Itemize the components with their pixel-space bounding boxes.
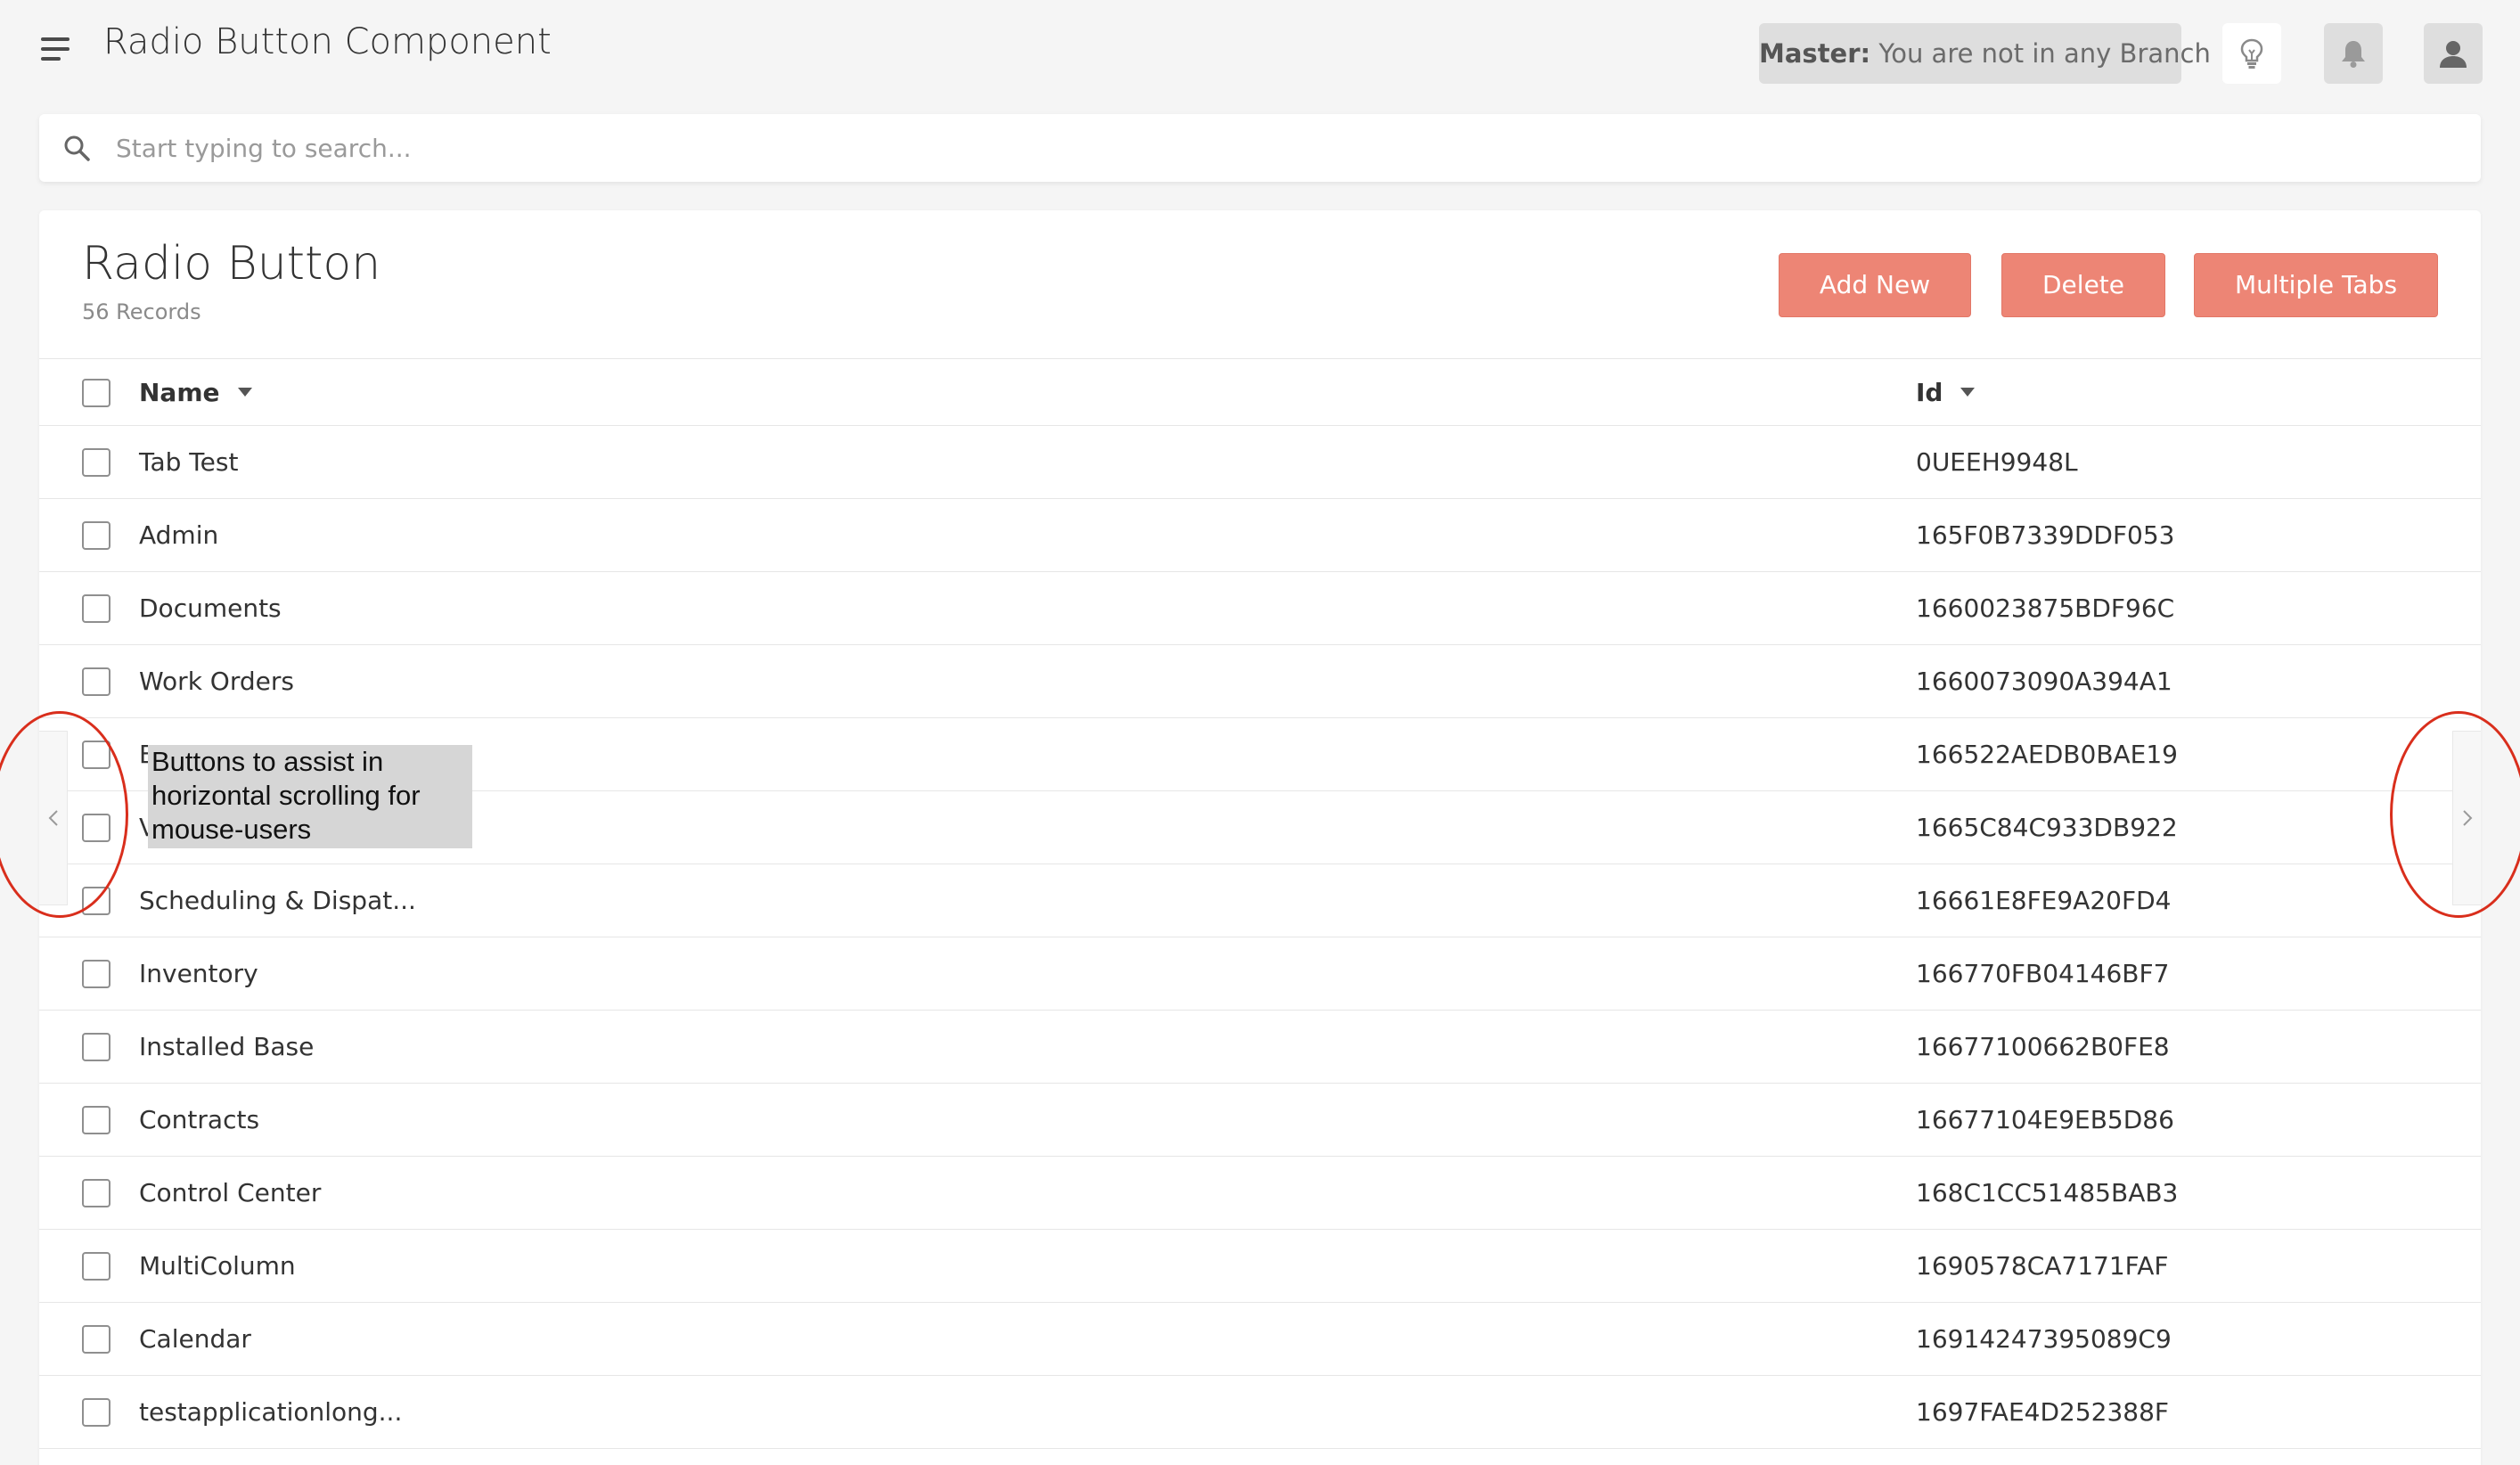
- annotation-line: horizontal scrolling for: [151, 780, 421, 811]
- table-row[interactable]: Work Orders 1660073090A394A1: [39, 645, 2481, 718]
- row-checkbox[interactable]: [82, 521, 110, 550]
- cell-name: Documents: [139, 593, 282, 623]
- scroll-right-button[interactable]: [2452, 731, 2481, 905]
- chevron-right-icon: [2462, 810, 2472, 826]
- cell-name: Calendar: [139, 1324, 251, 1354]
- table-row[interactable]: Tab Test 0UEEH9948L: [39, 426, 2481, 499]
- lightbulb-icon: [2240, 38, 2263, 69]
- record-count: 56 Records: [82, 299, 201, 324]
- user-profile-button[interactable]: [2424, 23, 2483, 84]
- cell-id: 1697FAE4D252388F: [1916, 1397, 2170, 1427]
- cell-name: MultiColumn: [139, 1251, 296, 1281]
- table-row[interactable]: Calendar 16914247395089C9: [39, 1303, 2481, 1376]
- branch-status: You are not in any Branch: [1878, 38, 2211, 69]
- cell-name: Scheduling & Dispat...: [139, 886, 416, 915]
- row-checkbox[interactable]: [82, 594, 110, 623]
- row-checkbox[interactable]: [82, 667, 110, 696]
- row-checkbox[interactable]: [82, 887, 110, 915]
- cell-name: Tab Test: [139, 447, 239, 477]
- column-header-name[interactable]: Name: [139, 359, 252, 427]
- sort-down-icon: [1960, 388, 1976, 397]
- cell-id: 0UEEH9948L: [1916, 447, 2078, 477]
- row-checkbox[interactable]: [82, 1325, 110, 1354]
- table-row[interactable]: Contracts 16677104E9EB5D86: [39, 1084, 2481, 1157]
- table-row[interactable]: Documents 1660023875BDF96C: [39, 572, 2481, 645]
- row-checkbox[interactable]: [82, 1252, 110, 1281]
- table-row[interactable]: testapplicationlong... 1697FAE4D252388F: [39, 1376, 2481, 1449]
- cell-id: 1690578CA7171FAF: [1916, 1251, 2169, 1281]
- table-body: Tab Test 0UEEH9948L Admin 165F0B7339DDF0…: [39, 426, 2481, 1449]
- cell-name: Control Center: [139, 1178, 322, 1207]
- user-icon: [2440, 41, 2467, 68]
- annotation-line: mouse-users: [151, 814, 312, 845]
- cell-id: 16914247395089C9: [1916, 1324, 2172, 1354]
- cell-id: 166770FB04146BF7: [1916, 959, 2170, 988]
- search-input[interactable]: [116, 123, 2433, 173]
- table-row[interactable]: MultiColumn 1690578CA7171FAF: [39, 1230, 2481, 1303]
- row-checkbox[interactable]: [82, 1179, 110, 1207]
- row-checkbox[interactable]: [82, 814, 110, 842]
- sort-down-icon: [237, 388, 252, 397]
- table-row[interactable]: Control Center 168C1CC51485BAB3: [39, 1157, 2481, 1230]
- hamburger-menu-icon[interactable]: [41, 37, 70, 61]
- branch-indicator[interactable]: Master: You are not in any Branch: [1759, 23, 2211, 84]
- chevron-left-icon: [48, 810, 58, 826]
- add-new-button[interactable]: Add New: [1779, 253, 1971, 317]
- select-all-checkbox[interactable]: [82, 379, 110, 407]
- lightbulb-button[interactable]: [2222, 23, 2281, 84]
- search-icon: [64, 135, 90, 161]
- table-header: Name Id: [39, 358, 2481, 426]
- branch-label: Master:: [1759, 38, 1871, 69]
- cell-id: 1660023875BDF96C: [1916, 593, 2175, 623]
- row-checkbox[interactable]: [82, 741, 110, 769]
- multiple-tabs-button[interactable]: Multiple Tabs: [2194, 253, 2438, 317]
- top-bar: Radio Button Component Master: You are n…: [0, 0, 2520, 107]
- cell-name: Installed Base: [139, 1032, 315, 1061]
- cell-id: 1665C84C933DB922: [1916, 813, 2178, 842]
- cell-name: Admin: [139, 520, 219, 550]
- table-row[interactable]: Installed Base 16677100662B0FE8: [39, 1011, 2481, 1084]
- notifications-button[interactable]: [2324, 23, 2383, 84]
- column-header-id-label: Id: [1916, 378, 1943, 407]
- annotation-callout: Buttons to assist in horizontal scrollin…: [148, 745, 472, 848]
- row-checkbox[interactable]: [82, 448, 110, 477]
- cell-name: Work Orders: [139, 667, 294, 696]
- cell-id: 16661E8FE9A20FD4: [1916, 886, 2172, 915]
- row-checkbox[interactable]: [82, 1106, 110, 1134]
- cell-id: 168C1CC51485BAB3: [1916, 1178, 2179, 1207]
- table-row[interactable]: Scheduling & Dispat... 16661E8FE9A20FD4: [39, 864, 2481, 937]
- cell-name: Contracts: [139, 1105, 260, 1134]
- column-header-id[interactable]: Id: [1916, 359, 1976, 427]
- app-title: Radio Button Component: [103, 21, 552, 62]
- cell-id: 16677100662B0FE8: [1916, 1032, 2170, 1061]
- column-header-name-label: Name: [139, 378, 220, 407]
- bell-icon: [2342, 41, 2365, 68]
- cell-id: 166522AEDB0BAE19: [1916, 740, 2178, 769]
- cell-name: testapplicationlong...: [139, 1397, 403, 1427]
- delete-button[interactable]: Delete: [2001, 253, 2165, 317]
- annotation-line: Buttons to assist in: [151, 746, 384, 777]
- cell-id: 16677104E9EB5D86: [1916, 1105, 2174, 1134]
- cell-name: Inventory: [139, 959, 258, 988]
- scroll-left-button[interactable]: [39, 731, 68, 905]
- search-bar: [39, 114, 2481, 182]
- page-title: Radio Button: [82, 237, 381, 291]
- table-row[interactable]: Inventory 166770FB04146BF7: [39, 937, 2481, 1011]
- cell-id: 1660073090A394A1: [1916, 667, 2172, 696]
- row-checkbox[interactable]: [82, 1033, 110, 1061]
- row-checkbox[interactable]: [82, 960, 110, 988]
- row-checkbox[interactable]: [82, 1398, 110, 1427]
- table-row[interactable]: Admin 165F0B7339DDF053: [39, 499, 2481, 572]
- cell-id: 165F0B7339DDF053: [1916, 520, 2175, 550]
